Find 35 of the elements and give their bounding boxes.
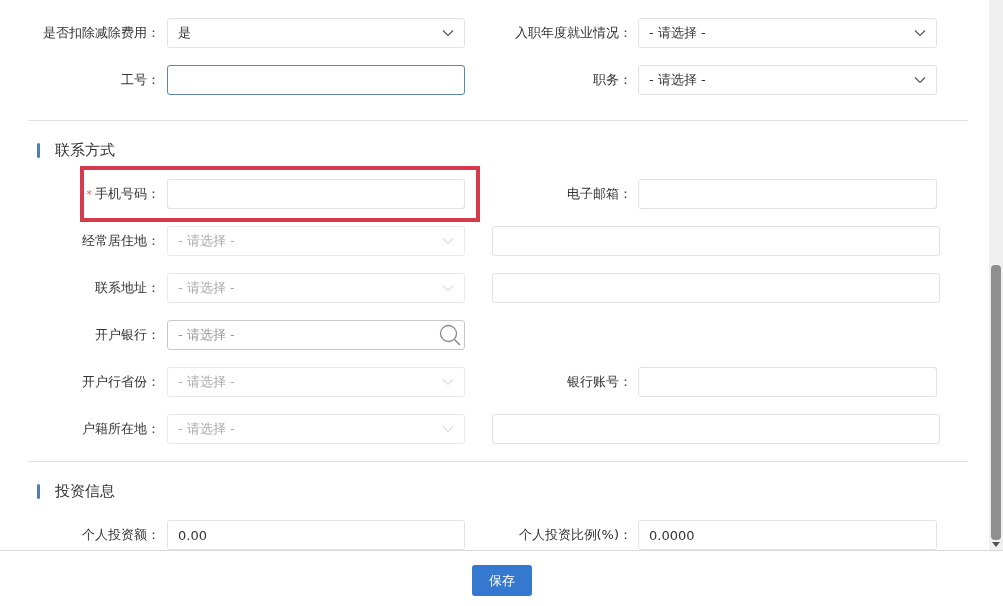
chevron-down-icon: [442, 29, 454, 37]
dropdown[interactable]: - 请选择 -: [638, 65, 937, 95]
section-marker: [37, 483, 40, 499]
field-label: 个人投资比例(%)：: [518, 526, 632, 544]
required-mark: *: [86, 187, 92, 201]
save-button[interactable]: 保存: [471, 565, 532, 596]
search-icon: [439, 324, 461, 346]
chevron-down-icon: [442, 237, 454, 245]
dropdown[interactable]: 是: [167, 18, 465, 48]
field-label: 入职年度就业情况：: [515, 24, 632, 42]
chevron-down-icon: [442, 284, 454, 292]
field-label: 经常居住地：: [82, 232, 160, 250]
dropdown[interactable]: - 请选择 -: [638, 18, 937, 48]
field-label: 个人投资额：: [82, 526, 160, 544]
field-label: 工号：: [121, 71, 160, 89]
field-label: 职务：: [593, 71, 632, 89]
section-marker: [37, 142, 40, 158]
field-label: 是否扣除减除费用：: [43, 24, 160, 42]
field-label: 开户行省份：: [82, 373, 160, 391]
chevron-down-icon: [442, 378, 454, 386]
field-label: 银行账号：: [567, 373, 632, 391]
section-title: 投资信息: [55, 481, 115, 501]
input-field[interactable]: 0.0000: [638, 520, 937, 550]
field-label: 电子邮箱：: [567, 185, 632, 203]
chevron-down-icon: [914, 29, 926, 37]
section-title: 联系方式: [55, 140, 115, 160]
chevron-down-icon: [442, 425, 454, 433]
field-label: 联系地址：: [95, 279, 160, 297]
input-field[interactable]: 0.00: [167, 520, 465, 550]
search-field[interactable]: - 请选择 -: [167, 320, 465, 350]
field-label: 户籍所在地：: [82, 420, 160, 438]
chevron-down-icon: [914, 76, 926, 84]
input-field[interactable]: [167, 65, 465, 95]
field-label: 手机号码：: [95, 185, 160, 203]
field-label: 开户银行：: [95, 326, 160, 344]
